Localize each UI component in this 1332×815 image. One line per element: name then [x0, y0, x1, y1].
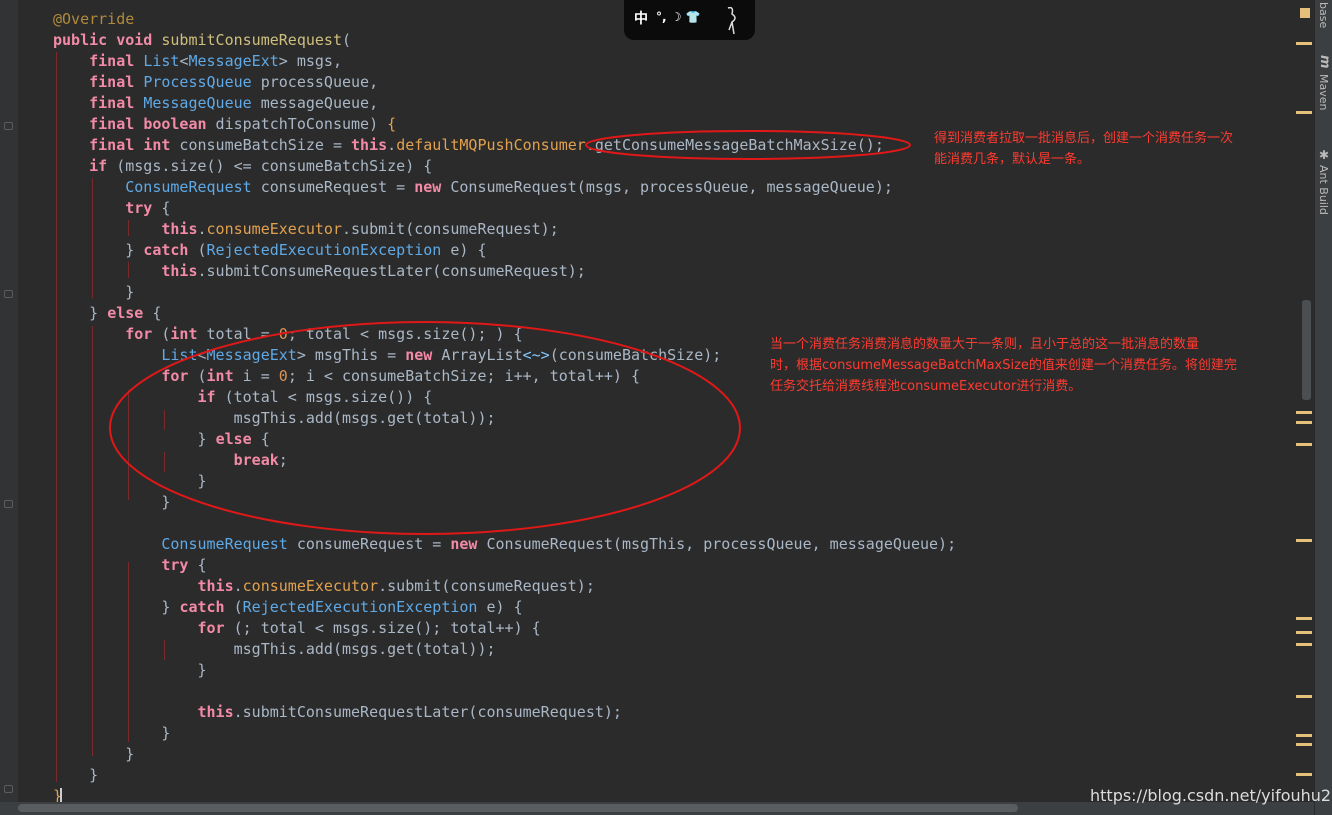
warning-marker[interactable] — [1296, 111, 1312, 114]
ant-build-tool-tab[interactable]: Ant Build — [1317, 165, 1330, 215]
warning-marker[interactable] — [1296, 42, 1312, 45]
inspection-status-icon[interactable] — [1300, 8, 1310, 18]
annotation-note: 得到消费者拉取一批消息后，创建一个消费任务一次 — [934, 131, 1234, 146]
ime-language-indicator[interactable]: 中 — [634, 8, 648, 28]
warning-marker[interactable] — [1296, 539, 1312, 542]
maven-tool-tab[interactable]: Maven — [1317, 74, 1330, 110]
warning-marker[interactable] — [1296, 411, 1312, 414]
ant-icon[interactable]: ✱ — [1317, 148, 1331, 162]
annotation-note: 当一个消费任务消费消息的数量大于一条则，且小于总的这一批消息的数量 — [770, 337, 1200, 352]
maven-icon[interactable]: m — [1317, 55, 1332, 69]
vertical-scrollbar-thumb[interactable] — [1302, 300, 1311, 400]
annotation-note: 能消费几条，默认是一条。 — [934, 152, 1091, 167]
highlight-ellipse — [109, 321, 741, 535]
horizontal-scrollbar-thumb[interactable] — [18, 804, 1018, 812]
watermark: https://blog.csdn.net/yifouhu2947 — [1090, 786, 1332, 805]
warning-marker[interactable] — [1296, 695, 1312, 698]
warning-marker[interactable] — [1296, 617, 1312, 620]
warning-marker[interactable] — [1296, 631, 1312, 634]
warning-marker[interactable] — [1296, 421, 1312, 424]
database-tool-tab[interactable]: base — [1317, 2, 1330, 28]
warning-marker[interactable] — [1296, 643, 1312, 646]
warning-marker[interactable] — [1296, 734, 1312, 737]
warning-marker[interactable] — [1296, 743, 1312, 746]
annotation-note: 任务交托给消费线程池consumeExecutor进行消费。 — [770, 379, 1082, 394]
ime-toolbar[interactable]: 中 °, ☽ 👕 — [624, 0, 755, 40]
highlight-ellipse — [585, 130, 911, 160]
warning-marker[interactable] — [1296, 773, 1312, 776]
annotation-note: 时，根据consumeMessageBatchMaxSize的值来创建一个消费任… — [770, 358, 1237, 373]
right-tool-strip: base m Maven ✱ Ant Build — [1314, 0, 1332, 815]
ime-mode-icons[interactable]: °, ☽ 👕 — [656, 10, 701, 24]
annotation-overlay — [109, 130, 911, 535]
ime-skin-icon[interactable] — [720, 4, 742, 36]
warning-marker[interactable] — [1296, 443, 1312, 446]
